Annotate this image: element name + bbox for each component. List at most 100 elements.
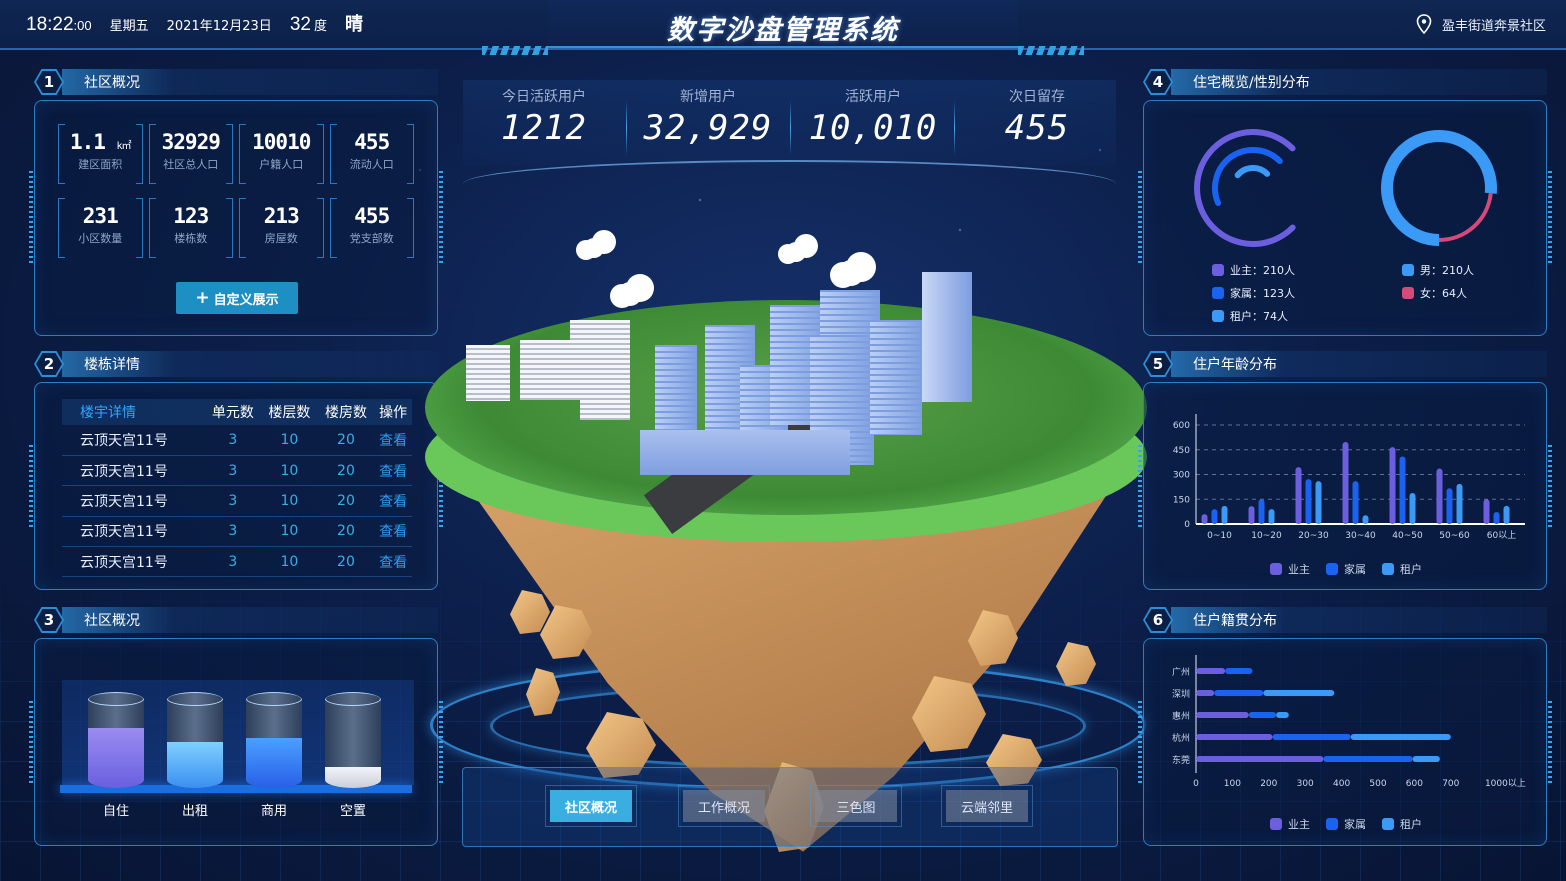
panel5-title: 住户年龄分布 (1193, 357, 1277, 373)
cell-floors: 10 (261, 546, 318, 578)
table-row: 云顶天宫11号 3 10 20 查看 (62, 546, 412, 578)
bar-业主 (1201, 514, 1208, 524)
date: 2021年12月23日 (166, 19, 272, 34)
x-tick-label: 100 (1224, 779, 1241, 789)
legend-swatch (1382, 563, 1394, 575)
cloud-icon (786, 242, 806, 262)
badge-number: 4 (1145, 71, 1171, 93)
cylinder-rim (246, 692, 302, 706)
stat-label: 流动人口 (349, 158, 394, 171)
stat-value: 10010 (252, 130, 311, 154)
legend-text: 业主：210人 (1230, 264, 1295, 277)
tab-work-overview[interactable]: 工作概况 (678, 785, 770, 827)
legend-swatch (1212, 264, 1224, 276)
cylinder-fill (88, 728, 144, 788)
table-row: 云顶天宫11号 3 10 20 查看 (62, 425, 412, 456)
legend-text: 女：64人 (1420, 287, 1467, 300)
legend-label: 家属 (1344, 562, 1366, 576)
stat-label: 社区总人口 (163, 158, 219, 171)
section-badge: 1 (34, 69, 64, 95)
cell-name: 云顶天宫11号 (62, 425, 205, 456)
y-tick-label: 450 (1173, 446, 1190, 456)
legend-swatch (1212, 287, 1224, 299)
x-tick-label: 500 (1369, 779, 1386, 789)
button-label: 自定义展示 (213, 292, 279, 308)
kpi-divider (790, 100, 791, 156)
title-stripes-right (1018, 46, 1084, 55)
legend-label: 业主 (1288, 563, 1310, 576)
section-badge: 6 (1143, 607, 1173, 633)
location[interactable]: 盈丰街道奔景社区 (1416, 14, 1546, 34)
bar-家属 (1225, 668, 1253, 674)
kpi-new-users: 新增用户 32,929 (628, 86, 788, 148)
legend-label: 家属 (1344, 817, 1366, 831)
x-tick-label: 0 (1193, 779, 1199, 789)
x-tick-label: 600 (1406, 779, 1423, 789)
bar-家属 (1214, 690, 1264, 696)
cell-rooms: 20 (317, 485, 375, 517)
legend-item: 业主：210人 (1212, 262, 1295, 278)
cell-units: 3 (204, 425, 262, 456)
building-skyscraper (922, 272, 972, 402)
legend-swatch (1382, 818, 1394, 830)
tab-cloud-neighbors[interactable]: 云端邻里 (941, 785, 1033, 827)
section-badge: 3 (34, 607, 64, 633)
stat-value: 455 (354, 204, 390, 228)
bar-租户 (1315, 481, 1322, 524)
table-row: 云顶天宫11号 3 10 20 查看 (62, 485, 412, 517)
section-badge: 4 (1143, 69, 1173, 95)
section-badge: 2 (34, 351, 64, 377)
panel6-title: 住户籍贯分布 (1193, 613, 1277, 629)
panel4-header: 4 住宅概览/性别分布 (1143, 67, 1547, 97)
tab-community-overview[interactable]: 社区概况 (545, 785, 637, 827)
radial-arc-2 (1234, 165, 1271, 179)
x-tick-label: 50~60 (1439, 531, 1470, 541)
panel4-title: 住宅概览/性别分布 (1193, 75, 1310, 91)
y-tick-label: 广州 (1172, 666, 1190, 678)
view-link[interactable]: 查看 (374, 516, 412, 548)
view-link[interactable]: 查看 (374, 485, 412, 517)
tab-three-color-map[interactable]: 三色图 (810, 785, 902, 827)
view-link[interactable]: 查看 (374, 425, 412, 456)
x-tick-label: 20~30 (1298, 531, 1329, 541)
plus-icon: + (195, 288, 210, 308)
bar-租户 (1456, 483, 1463, 524)
page-title: 数字沙盘管理系统 (667, 15, 899, 46)
bar-租户 (1221, 505, 1228, 524)
cylinder-fill (167, 741, 223, 788)
cylinder-rim (325, 692, 381, 706)
custom-display-button[interactable]: + 自定义展示 (176, 282, 298, 314)
bar-租户 (1268, 509, 1275, 524)
bar-业主 (1389, 447, 1396, 524)
clock: 18:22:00 (26, 14, 92, 36)
legend-text: 租户：74人 (1230, 310, 1288, 323)
bar-租户 (1350, 734, 1451, 740)
cylinder-fill (246, 738, 302, 788)
view-link[interactable]: 查看 (374, 546, 412, 578)
section-badge: 5 (1143, 351, 1173, 377)
y-tick-label: 600 (1173, 421, 1190, 431)
panel2-header: 2 楼栋详情 (34, 349, 438, 379)
cloud-icon (618, 282, 642, 306)
y-tick-label: 杭州 (1172, 732, 1190, 744)
stat-value: 32929 (161, 130, 221, 154)
cell-floors: 10 (261, 516, 318, 548)
col-action: 操作 (374, 399, 412, 425)
bar-业主 (1436, 468, 1443, 524)
title-plate: 数字沙盘管理系统 (480, 0, 1086, 56)
bar-家属 (1399, 456, 1406, 524)
view-link[interactable]: 查看 (374, 455, 412, 487)
bar-家属 (1211, 509, 1218, 524)
cell-units: 3 (204, 455, 262, 487)
x-tick-label: 200 (1260, 779, 1277, 789)
x-tick-label: 300 (1297, 779, 1314, 789)
stat-floating-population: 455 流动人口 (329, 124, 415, 184)
radial-arc-1 (1212, 147, 1283, 206)
col-building: 楼宇详情 (62, 399, 205, 425)
building-tower (870, 320, 922, 435)
legend-item: 租户：74人 (1212, 308, 1288, 324)
stat-value: 1.1 (69, 130, 106, 154)
badge-number: 1 (36, 71, 62, 93)
cylinder-1 (167, 692, 223, 788)
y-tick-label: 东莞 (1172, 754, 1190, 766)
